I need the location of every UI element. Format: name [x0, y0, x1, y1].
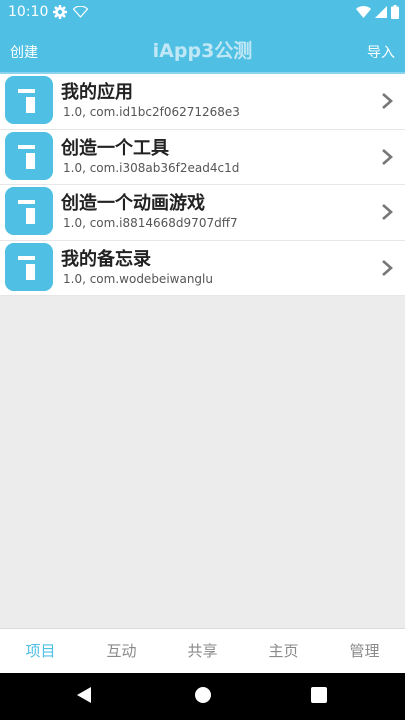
gear-icon [53, 5, 67, 19]
project-detail: 1.0, com.i308ab36f2ead4c1d [63, 160, 240, 175]
tab-interaction[interactable]: 互动 [81, 629, 162, 673]
project-list: 我的应用 1.0, com.id1bc2f06271268e3 创造一个工具 1… [0, 74, 405, 296]
tab-manage[interactable]: 管理 [324, 629, 405, 673]
app-title: iApp3公测 [152, 40, 253, 62]
project-item-3[interactable]: 创造一个动画游戏 1.0, com.i8814668d9707dff7 [0, 185, 405, 241]
chevron-right-icon [382, 204, 393, 220]
tab-projects[interactable]: 项目 [0, 629, 81, 673]
tab-home[interactable]: 主页 [243, 629, 324, 673]
project-item-4[interactable]: 我的备忘录 1.0, com.wodebeiwanglu [0, 240, 405, 296]
i-letter-icon [5, 131, 53, 180]
import-button[interactable]: 导入 [367, 42, 395, 62]
battery-icon [391, 5, 399, 19]
wifi-outline-icon [73, 6, 88, 18]
i-letter-icon [5, 242, 53, 291]
i-letter-icon [5, 187, 53, 235]
tab-share[interactable]: 共享 [162, 629, 243, 673]
project-item-2[interactable]: 创造一个工具 1.0, com.i308ab36f2ead4c1d [0, 129, 405, 185]
status-right-icons [356, 5, 399, 19]
project-detail: 1.0, com.wodebeiwanglu [63, 271, 213, 286]
project-detail: 1.0, com.i8814668d9707dff7 [63, 216, 238, 230]
project-detail: 1.0, com.id1bc2f06271268e3 [63, 105, 240, 119]
square-recents-icon[interactable] [311, 686, 327, 704]
triangle-back-icon[interactable] [76, 686, 92, 704]
chevron-right-icon [382, 148, 393, 165]
bottom-tab-bar: 项目 互动 共享 主页 管理 [0, 628, 405, 673]
project-item-1[interactable]: 我的应用 1.0, com.id1bc2f06271268e3 [0, 74, 405, 130]
project-name: 我的应用 [61, 82, 133, 103]
project-name: 我的备忘录 [61, 248, 151, 270]
project-name: 创造一个动画游戏 [61, 193, 205, 214]
app-header: 创建 iApp3公测 导入 [0, 25, 405, 72]
chevron-right-icon [382, 93, 393, 109]
i-letter-icon [5, 76, 53, 124]
status-time: 10:10 [8, 4, 49, 20]
signal-icon [375, 6, 387, 18]
system-nav-bar [0, 673, 405, 720]
chevron-right-icon [382, 259, 393, 276]
status-bar: 10:10 [0, 0, 405, 25]
project-name: 创造一个工具 [61, 137, 169, 159]
circle-home-icon[interactable] [194, 686, 212, 704]
wifi-icon [356, 6, 371, 18]
